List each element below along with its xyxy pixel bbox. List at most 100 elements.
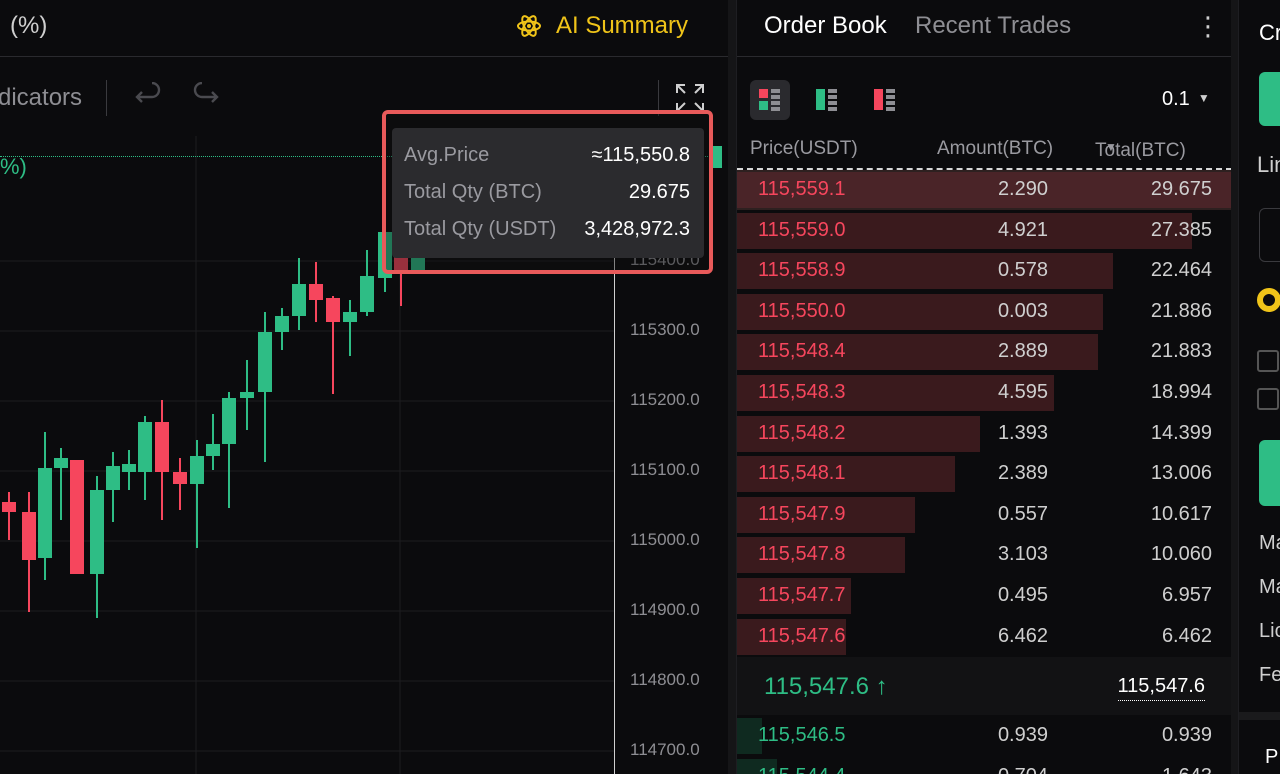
tab-recent-trades[interactable]: Recent Trades [915,12,1071,40]
amount-cell: 0.557 [997,502,1048,525]
ask-row[interactable]: 115,550.0 0.003 21.886 [737,292,1232,332]
more-vertical-icon[interactable]: ⋮ [1195,13,1221,39]
layout-both-icon[interactable] [750,80,790,120]
ask-row[interactable]: 115,548.2 1.393 14.399 [737,414,1232,454]
tooltip-label: Total Qty (BTC) [404,181,542,203]
candle-body [22,512,36,560]
checkbox[interactable] [1257,388,1279,410]
tooltip-row-avg-price: Avg.Price ≈115,550.8 [404,144,690,172]
order-book-panel: Order Book Recent Trades ⋮ 0.1 ▼ Price(U… [736,0,1232,774]
tooltip-value: 29.675 [628,181,690,203]
last-price: 115,547.6 ↑ [764,673,888,700]
mark-price[interactable]: 115,547.6 [1117,675,1205,701]
tooltip-value: 3,428,972.3 [584,218,690,240]
price-axis-label: 115000.0 [630,530,700,549]
chart-panel: (%) AI Summary dicators %) 115400.0 1153… [0,0,728,774]
tooltip-row-total-usdt: Total Qty (USDT) 3,428,972.3 [404,218,690,246]
price-cell: 115,559.0 [758,218,846,241]
total-cell: 21.883 [1150,340,1212,363]
tab-order-book[interactable]: Order Book [764,12,887,40]
open-tab-button[interactable] [1259,72,1280,126]
bid-row[interactable]: 115,544.4 0.704 1.643 [737,757,1232,774]
ask-row[interactable]: 115,558.9 0.578 22.464 [737,251,1232,291]
candle-body [90,490,104,574]
arrow-up-icon: ↑ [875,673,888,700]
last-price-row[interactable]: 115,547.6 ↑ 115,547.6 [737,657,1232,715]
price-cell: 115,547.8 [758,543,846,566]
precision-select[interactable]: 0.1 ▼ [1162,88,1210,111]
order-book-header: Price(USDT) Amount(BTC) Total(BTC) ▼ [737,136,1232,170]
candle-body [138,422,152,472]
total-cell: 29.675 [1150,178,1212,200]
candle-body [173,472,187,484]
column-price: Price(USDT) [750,138,858,159]
total-cell: 10.060 [1150,543,1212,566]
panel-divider [728,0,736,774]
amount-cell: 3.103 [997,543,1048,566]
order-book-tabs: Order Book Recent Trades ⋮ [737,0,1232,57]
layout-asks-icon[interactable] [865,80,905,120]
total-cell: 1.643 [1162,765,1212,774]
precision-value: 0.1 [1162,88,1190,110]
candle-body [258,332,272,392]
ask-row[interactable]: 115,548.1 2.389 13.006 [737,454,1232,494]
amount-cell: 6.462 [997,624,1048,647]
candle-body [275,316,289,332]
candle-body [106,466,120,490]
ask-row[interactable]: 115,559.0 4.921 27.385 [737,211,1232,251]
candle-body [206,444,220,456]
info-label: Lic [1259,620,1280,642]
ask-row[interactable]: 115,547.8 3.103 10.060 [737,535,1232,575]
total-cell: 13.006 [1150,462,1212,485]
amount-cell: 2.290 [997,178,1048,200]
price-cell: 115,547.9 [758,502,846,525]
candle-body [38,468,52,558]
ask-row[interactable]: 115,547.9 0.557 10.617 [737,495,1232,535]
tooltip-label: Total Qty (USDT) [404,218,557,240]
total-cell: 14.399 [1150,421,1212,444]
candle-body [70,460,84,574]
candle-body [155,422,169,472]
price-axis-label: 114800.0 [630,670,700,689]
total-cell: 10.617 [1150,502,1212,525]
price-cell: 115,548.2 [758,421,846,444]
candle-body [343,312,357,322]
order-book-controls: 0.1 ▼ [737,58,1232,138]
trade-panel-title: Cr [1259,20,1280,45]
amount-cell: 4.921 [997,218,1048,241]
layout-bids-icon[interactable] [807,80,847,120]
price-cell: 115,544.4 [758,765,846,774]
price-axis-label: 114700.0 [630,740,700,759]
amount-cell: 2.389 [997,462,1048,485]
candle-body [122,464,136,472]
radio-button[interactable] [1257,288,1280,312]
depth-tooltip: Avg.Price ≈115,550.8 Total Qty (BTC) 29.… [382,110,713,274]
chevron-down-icon: ▼ [1197,91,1210,105]
chevron-down-icon: ▼ [1105,140,1117,154]
ask-row[interactable]: 115,547.7 0.495 6.957 [737,576,1232,616]
total-cell: 27.385 [1150,218,1212,241]
amount-cell: 4.595 [997,381,1048,403]
candle-body [240,392,254,398]
current-price-tag [712,146,722,168]
ask-row[interactable]: 115,547.6 6.462 6.462 [737,617,1232,657]
ask-row[interactable]: 115,559.1 2.290 29.675 [737,170,1232,210]
tooltip-row-total-btc: Total Qty (BTC) 29.675 [404,181,690,209]
ask-row[interactable]: 115,548.3 4.595 18.994 [737,373,1232,413]
order-type-tab[interactable]: Lin [1257,152,1280,178]
bid-row[interactable]: 115,546.5 0.939 0.939 [737,716,1232,756]
checkbox[interactable] [1257,350,1279,372]
amount-cell: 1.393 [997,421,1048,444]
price-input[interactable] [1259,208,1280,262]
buy-button[interactable] [1259,440,1280,506]
candle-body [292,284,306,316]
price-cell: 115,548.3 [758,381,846,403]
positions-tab[interactable]: P [1265,746,1278,769]
price-cell: 115,550.0 [758,299,846,322]
total-cell: 0.939 [1161,724,1212,746]
total-cell: 18.994 [1150,381,1212,403]
ask-row[interactable]: 115,548.4 2.889 21.883 [737,332,1232,372]
total-cell: 6.957 [1161,584,1212,606]
price-axis-label: 114900.0 [630,600,700,619]
info-label: Ma [1259,532,1280,554]
